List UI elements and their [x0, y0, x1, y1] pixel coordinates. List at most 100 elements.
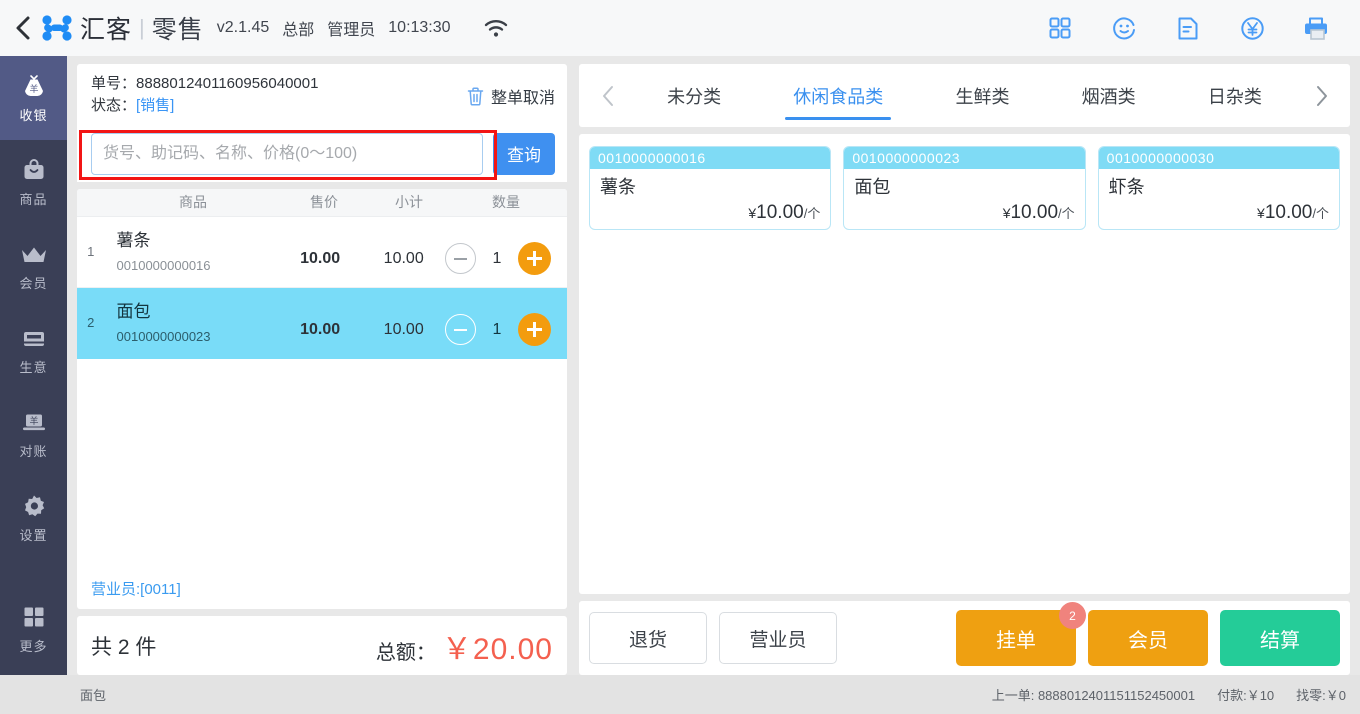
cancel-order-button[interactable]: 整单取消 — [467, 73, 555, 108]
decrease-qty-button[interactable] — [445, 243, 476, 274]
cart-header-row: 商品 售价 小计 数量 — [77, 188, 567, 217]
catalog-panel: 未分类 休闲食品类 生鲜类 烟酒类 日杂类 0010000000016 薯条 ¥… — [579, 64, 1350, 675]
sidebar-item-label: 会员 — [19, 276, 48, 291]
tab-daily-goods[interactable]: 日杂类 — [1194, 64, 1276, 127]
sidebar-item-reconcile[interactable]: 羊 对账 — [0, 392, 67, 476]
product-card[interactable]: 0010000000023 面包 ¥10.00/个 — [843, 146, 1086, 230]
printer-icon[interactable] — [1302, 14, 1330, 42]
search-button[interactable]: 查询 — [493, 132, 555, 175]
document-icon[interactable] — [1174, 14, 1202, 42]
cart-col-quantity: 数量 — [492, 194, 520, 210]
user-role: 管理员 — [327, 22, 376, 39]
order-status-label: 状态： — [91, 96, 137, 114]
tab-uncategorized[interactable]: 未分类 — [653, 64, 735, 127]
status-right-group: 上一单: 8888012401151152450001 付款:￥10 找零:￥0 — [992, 685, 1346, 704]
laptop-yen-icon: 羊 — [21, 408, 47, 434]
sidebar-item-label: 收银 — [19, 108, 48, 123]
tab-fresh[interactable]: 生鲜类 — [941, 64, 1023, 127]
chevron-right-icon[interactable] — [1298, 64, 1344, 127]
sidebar-item-members[interactable]: 会员 — [0, 224, 67, 308]
product-price: 10.00 — [1010, 202, 1059, 223]
product-card[interactable]: 0010000000030 虾条 ¥10.00/个 — [1097, 146, 1340, 230]
hold-order-button[interactable]: 挂单 2 — [956, 602, 1086, 666]
product-name: 面包 — [854, 177, 891, 197]
order-info: 单号：8888012401160956040001 状态：[销售] — [91, 73, 467, 117]
last-order-label: 上一单: — [991, 688, 1035, 703]
total-group: 总额： ￥20.00 — [376, 624, 553, 668]
row-product-code: 0010000000016 — [116, 257, 211, 273]
app-version: v2.1.45 — [216, 19, 270, 36]
total-label: 总额： — [375, 641, 436, 664]
search-input[interactable] — [91, 132, 483, 175]
plus-icon-vertical — [533, 322, 536, 337]
product-price-row: ¥10.00/个 — [1109, 202, 1329, 224]
tab-tobacco-alcohol[interactable]: 烟酒类 — [1068, 64, 1150, 127]
sidebar-item-more[interactable]: 更多 — [0, 583, 67, 675]
row-product-code: 0010000000023 — [116, 328, 211, 344]
increase-qty-button[interactable] — [518, 313, 551, 346]
top-bar: 汇客 | 零售 v2.1.45 总部 管理员 10:13:30 — [0, 0, 1360, 56]
product-unit: /个 — [803, 206, 821, 221]
product-grid-card: 0010000000016 薯条 ¥10.00/个 0010000000023 — [579, 134, 1350, 594]
tab-snacks[interactable]: 休闲食品类 — [779, 64, 897, 127]
paid-amount: 付款:￥10 — [1217, 688, 1275, 703]
back-chevron-icon[interactable] — [10, 15, 36, 41]
order-status-value: [销售] — [136, 96, 175, 114]
hold-order-label: 挂单 — [996, 629, 1036, 652]
sidebar-item-label: 对账 — [19, 444, 48, 459]
row-product-name: 薯条 — [116, 231, 151, 251]
svg-text:羊: 羊 — [29, 415, 38, 426]
product-name: 薯条 — [600, 177, 636, 197]
huike-logo-icon — [40, 14, 74, 42]
increase-qty-button[interactable] — [518, 242, 551, 275]
sidebar-item-settings[interactable]: 设置 — [0, 476, 67, 560]
clerk-button[interactable]: 营业员 — [719, 612, 837, 664]
topbar-icon-group — [1046, 14, 1344, 42]
cash-drawer-icon — [21, 324, 47, 350]
row-quantity: 1 — [492, 249, 502, 267]
product-currency: ¥ — [1257, 205, 1265, 221]
checkout-button[interactable]: 结算 — [1220, 610, 1340, 666]
money-bag-icon: 羊 — [21, 72, 47, 98]
row-product-cell: 薯条 0010000000016 — [105, 230, 278, 272]
minus-icon — [454, 328, 467, 331]
row-price: 10.00 — [300, 249, 341, 267]
yen-circle-icon[interactable] — [1238, 14, 1266, 42]
sidebar-item-business[interactable]: 生意 — [0, 308, 67, 392]
shopping-bag-icon — [21, 156, 47, 182]
product-name: 虾条 — [1108, 177, 1145, 197]
item-count: 共 2 件 — [91, 635, 157, 659]
status-left-text: 面包 — [80, 688, 107, 703]
table-row[interactable]: 1 薯条 0010000000016 10.00 10.00 1 — [77, 217, 567, 288]
face-smile-icon[interactable] — [1110, 14, 1138, 42]
member-button[interactable]: 会员 — [1088, 610, 1208, 666]
row-subtotal: 10.00 — [383, 320, 424, 338]
sidebar-item-products[interactable]: 商品 — [0, 140, 67, 224]
cart-col-subtotal: 小计 — [395, 194, 423, 210]
chevron-left-icon[interactable] — [585, 64, 631, 127]
row-qty-controls: 1 — [445, 228, 567, 275]
sidebar-item-cashier[interactable]: 羊 收银 — [0, 56, 67, 140]
product-price-row: ¥10.00/个 — [600, 202, 820, 224]
decrease-qty-button[interactable] — [445, 314, 476, 345]
row-product-name: 面包 — [116, 302, 151, 322]
table-row[interactable]: 2 面包 0010000000023 10.00 10.00 1 — [77, 287, 567, 359]
category-tabs-bar: 未分类 休闲食品类 生鲜类 烟酒类 日杂类 — [579, 64, 1350, 127]
row-index: 1 — [87, 244, 95, 259]
order-panel: 单号：8888012401160956040001 状态：[销售] 整单取消 货… — [77, 64, 567, 675]
refund-button[interactable]: 退货 — [589, 612, 707, 664]
grid-more-icon — [22, 603, 46, 629]
pos-app: 汇客 | 零售 v2.1.45 总部 管理员 10:13:30 羊 收银 商品 … — [0, 0, 1360, 714]
product-grid: 0010000000016 薯条 ¥10.00/个 0010000000023 — [589, 146, 1340, 230]
product-card[interactable]: 0010000000016 薯条 ¥10.00/个 — [589, 146, 832, 230]
svg-text:羊: 羊 — [29, 83, 38, 94]
product-price: 10.00 — [756, 202, 804, 223]
row-product-cell: 面包 0010000000023 — [105, 301, 278, 343]
product-code: 0010000000016 — [590, 147, 831, 169]
status-badge: 2 — [1059, 602, 1086, 629]
row-quantity: 1 — [492, 320, 502, 338]
product-body: 薯条 ¥10.00/个 — [590, 169, 830, 229]
clerk-link[interactable]: 营业员:[0011] — [77, 567, 567, 609]
change-amount: 找零:￥0 — [1296, 688, 1346, 703]
grid-apps-icon[interactable] — [1046, 14, 1074, 42]
